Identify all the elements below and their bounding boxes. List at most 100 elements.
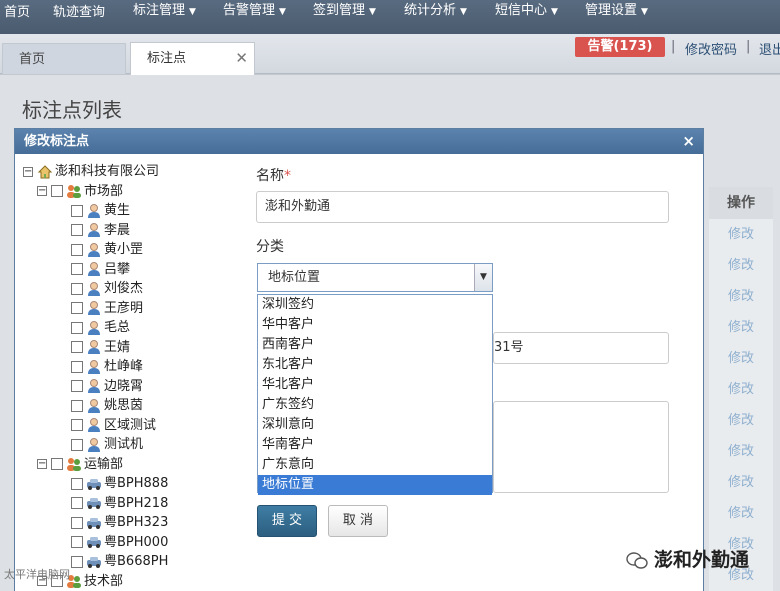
tree-item[interactable]: 王婧 [71,339,130,357]
chevron-down-icon: ▼ [551,7,558,17]
tree-item[interactable]: 刘俊杰 [71,280,143,298]
checkbox[interactable] [71,263,83,275]
collapse-icon[interactable]: − [23,166,33,177]
tree-group[interactable]: − 市场部 [37,183,123,201]
remark-textarea[interactable] [493,401,669,493]
checkbox[interactable] [71,321,83,334]
edit-link[interactable]: 修改 [709,312,773,343]
tree-item[interactable]: 黄小罡 [71,241,143,259]
tab-home[interactable]: 首页 [2,43,126,74]
checkbox[interactable] [71,555,83,568]
tree-item[interactable]: 粤BPH323 [71,514,168,532]
checkbox[interactable] [71,399,83,412]
edit-link[interactable]: 修改 [709,405,773,436]
tree-item[interactable]: 李晨 [71,222,130,240]
checkbox[interactable] [71,536,83,548]
checkbox[interactable] [71,477,83,490]
nav-item-stats[interactable]: 统计分析 ▼ [404,0,467,18]
tree-group[interactable]: − 运输部 [37,456,123,474]
tree-node-label: 粤BPH218 [104,495,169,511]
nav-item-home[interactable]: 首页 [4,1,30,20]
nav-item-alarm-mgmt[interactable]: 告警管理 ▼ [223,0,286,18]
tree-item[interactable]: 粤B668PH [71,553,168,571]
op-header: 操作 [709,187,773,219]
checkbox[interactable] [71,243,83,256]
dialog-title: 修改标注点 [24,134,90,149]
close-icon[interactable]: × [682,129,695,154]
nav-item-settings[interactable]: 管理设置 ▼ [585,0,648,18]
dropdown-option[interactable]: 深圳意向 [258,415,492,435]
tree-item[interactable]: 黄生 [71,202,130,220]
alarm-badge[interactable]: 告警(173) [575,37,665,57]
chevron-down-icon[interactable]: ▼ [474,264,492,291]
tree-item[interactable]: 粤BPH000 [71,534,168,552]
collapse-icon[interactable]: − [37,459,47,469]
tree-item[interactable]: 区域测试 [71,417,156,435]
edit-link[interactable]: 修改 [709,436,773,467]
tree-node-label: 黄小罡 [104,242,144,257]
checkbox[interactable] [71,224,83,236]
checkbox[interactable] [71,419,83,431]
tree-item[interactable]: 粤BPH888 [71,475,168,493]
nav-item-sms[interactable]: 短信中心 ▼ [495,0,558,18]
edit-link[interactable]: 修改 [709,467,773,498]
tree-item[interactable]: 毛总 [71,319,130,337]
nav-item-marker-mgmt[interactable]: 标注管理 ▼ [133,0,196,18]
checkbox[interactable] [71,380,83,392]
tab-markers[interactable]: 标注点 ✕ [130,42,255,75]
tree-node-label: 粤BPH000 [104,534,169,550]
close-icon[interactable]: ✕ [235,43,248,74]
edit-link[interactable]: 修改 [709,281,773,312]
checkbox[interactable] [71,302,83,314]
edit-link[interactable]: 修改 [709,374,773,405]
tree-item[interactable]: 边晓霄 [71,378,143,396]
checkbox[interactable] [51,458,63,470]
dropdown-option[interactable]: 地标位置 [258,475,492,495]
tree-item[interactable]: 杜峥峰 [71,358,143,376]
tree-node-label: 王彦明 [104,300,144,316]
name-input[interactable]: 澎和外勤通 [256,191,669,223]
edit-link[interactable]: 修改 [709,498,773,529]
edit-link[interactable]: 修改 [709,343,773,374]
dropdown-option[interactable]: 华中客户 [258,315,492,335]
submit-button[interactable]: 提 交 [257,505,317,537]
checkbox[interactable] [71,204,83,217]
tree-root[interactable]: − 澎和科技有限公司 [23,163,159,181]
dropdown-option[interactable]: 西南客户 [258,335,492,355]
tree-item[interactable]: 粤BPH218 [71,495,168,513]
dropdown-option[interactable]: 深圳签约 [258,295,492,315]
collapse-icon[interactable]: − [37,186,47,196]
tree-item[interactable]: 王彦明 [71,300,143,318]
dialog-header: 修改标注点 × [15,129,703,154]
category-select[interactable]: 地标位置 ▼ [257,263,493,292]
checkbox[interactable] [51,185,63,197]
edit-link[interactable]: 修改 [709,250,773,281]
logout-link[interactable]: 退出 [759,39,780,58]
edit-link[interactable]: 修改 [709,219,773,250]
tree-item[interactable]: 姚思茵 [71,397,143,415]
checkbox[interactable] [71,360,83,373]
checkbox[interactable] [71,516,83,529]
cancel-button[interactable]: 取 消 [328,505,388,537]
page-title: 标注点列表 [22,98,122,122]
checkbox[interactable] [71,497,83,509]
nav-item-track[interactable]: 轨迹查询 [53,1,105,20]
checkbox[interactable] [71,282,83,295]
tree-item[interactable]: 吕攀 [71,261,130,279]
divider: | [746,39,751,54]
watermark: 澎和外勤通 [626,545,749,572]
divider: | [671,39,676,54]
tree-node-label: 澎和科技有限公司 [55,164,160,179]
dropdown-option[interactable]: 华南客户 [258,435,492,455]
checkbox[interactable] [71,341,83,353]
dropdown-option[interactable]: 东北客户 [258,355,492,375]
tree-item[interactable]: 测试机 [71,436,143,454]
dropdown-option[interactable]: 广东意向 [258,455,492,475]
tree-node-label: 粤BPH888 [104,476,169,491]
checkbox[interactable] [71,438,83,451]
dropdown-option[interactable]: 广东签约 [258,395,492,415]
dropdown-option[interactable]: 华北客户 [258,375,492,395]
change-password-link[interactable]: 修改密码 [685,39,737,58]
nav-item-checkin-mgmt[interactable]: 签到管理 ▼ [313,0,376,18]
address-input[interactable]: 31号 [493,332,669,364]
